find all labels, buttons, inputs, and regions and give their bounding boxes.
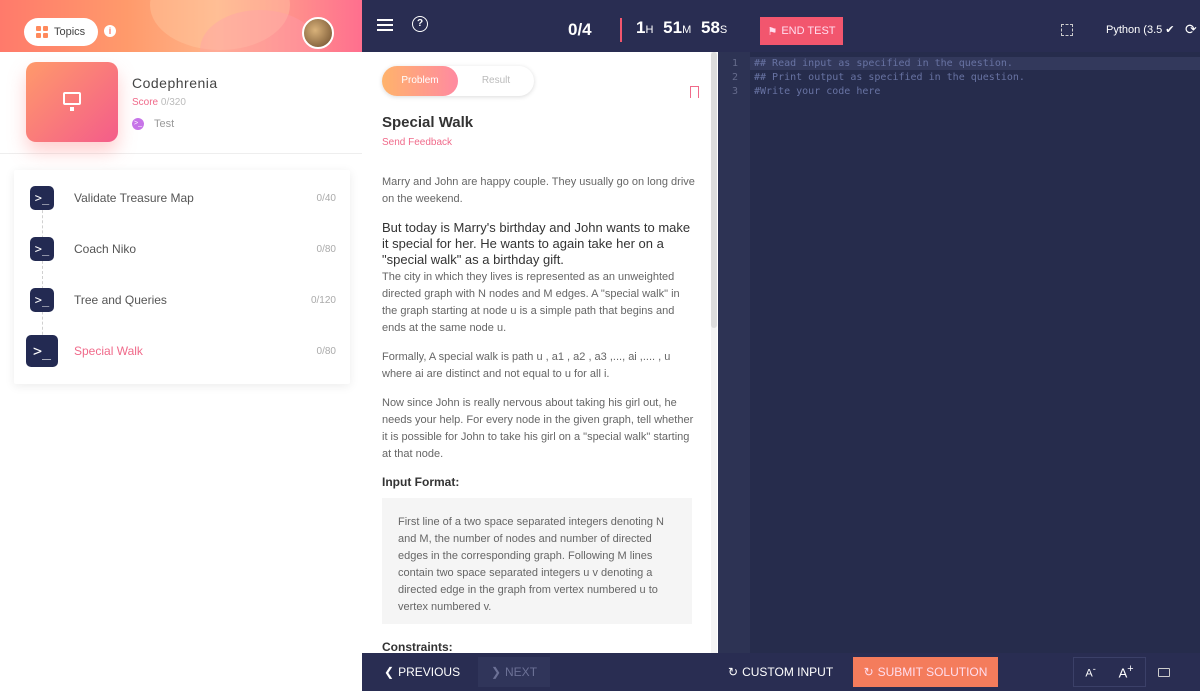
- end-test-button[interactable]: ⚑ END TEST: [760, 17, 843, 45]
- monitor-icon: [63, 92, 81, 105]
- question-name: Special Walk: [74, 344, 143, 358]
- chevron-left-icon: ❮: [384, 665, 395, 679]
- question-name: Validate Treasure Map: [74, 191, 194, 205]
- font-increase-button[interactable]: A+: [1119, 663, 1134, 680]
- question-item-validate-treasure-map[interactable]: >_ Validate Treasure Map 0/40: [14, 178, 350, 218]
- problem-paragraph: The city in which they lives is represen…: [382, 271, 680, 334]
- contest-score: Score 0/320: [132, 97, 186, 108]
- code-line[interactable]: ## Read input as specified in the questi…: [754, 58, 1013, 69]
- top-bar: ? 0/4 1H 51M 58S ⚑ END TEST Python (3.5 …: [362, 0, 1200, 52]
- terminal-icon: >_: [30, 237, 54, 261]
- topics-label: Topics: [54, 26, 86, 38]
- terminal-icon: >_: [30, 288, 54, 312]
- reset-code-icon[interactable]: ⟳: [1185, 21, 1197, 38]
- keyboard-icon[interactable]: [1158, 668, 1170, 677]
- chevron-right-icon: ❯: [490, 665, 502, 679]
- send-feedback-link[interactable]: Send Feedback: [382, 137, 452, 148]
- code-line[interactable]: ## Print output as specified in the ques…: [754, 72, 1025, 83]
- problem-tabs: Problem Result: [382, 66, 534, 96]
- line-number: 3: [732, 86, 739, 97]
- code-editor[interactable]: 1 ## Read input as specified in the ques…: [718, 52, 1200, 653]
- question-score: 0/80: [316, 243, 336, 255]
- question-list: >_ Validate Treasure Map 0/40 >_ Coach N…: [14, 170, 350, 384]
- help-icon[interactable]: ?: [412, 16, 428, 32]
- language-select[interactable]: Python (3.5 ✔: [1106, 23, 1175, 37]
- problem-paragraph-bold: But today is Marry's birthday and John w…: [382, 220, 691, 267]
- grid-icon: [36, 26, 48, 38]
- problem-scroll-thumb[interactable]: [711, 52, 717, 328]
- question-score: 0/120: [310, 294, 336, 306]
- bookmark-icon[interactable]: [690, 86, 699, 98]
- progress-counter: 0/4: [568, 20, 592, 39]
- line-number: 2: [732, 72, 739, 83]
- contest-card: Codephrenia Score 0/320 >_ Test: [0, 52, 362, 154]
- question-score: 0/80: [316, 345, 336, 357]
- chevron-down-icon: ✔: [1165, 24, 1175, 36]
- font-decrease-button[interactable]: A-: [1085, 664, 1095, 680]
- question-name: Tree and Queries: [74, 293, 167, 307]
- previous-button[interactable]: ❮ PREVIOUS: [384, 665, 460, 679]
- question-name: Coach Niko: [74, 242, 137, 256]
- question-item-coach-niko[interactable]: >_ Coach Niko 0/80: [14, 229, 350, 269]
- topics-button[interactable]: Topics: [24, 18, 98, 46]
- left-header: Topics i: [0, 0, 362, 52]
- custom-input-icon: ↻: [728, 665, 739, 679]
- bottom-bar: ❮ PREVIOUS ❯ NEXT ↻ CUSTOM INPUT ↻ SUBMI…: [362, 653, 1200, 691]
- contest-name: Codephrenia: [132, 75, 218, 91]
- tab-result[interactable]: Result: [458, 66, 534, 96]
- next-button[interactable]: ❯ NEXT: [478, 657, 550, 687]
- submit-icon: ↻: [863, 665, 874, 679]
- line-number: 1: [732, 58, 739, 69]
- problem-paragraph: Now since John is really nervous about t…: [382, 397, 694, 460]
- line-gutter: [718, 52, 750, 653]
- problem-paragraph: Marry and John are happy couple. They us…: [382, 176, 695, 205]
- problem-paragraph: Formally, A special walk is path u , a1 …: [382, 351, 671, 380]
- left-panel: Topics i Codephrenia Score 0/320 >_ Test…: [0, 0, 362, 691]
- input-format-text: First line of a two space separated inte…: [398, 516, 664, 613]
- question-score: 0/40: [316, 192, 336, 204]
- timer-divider: [620, 18, 622, 42]
- custom-input-button[interactable]: ↻ CUSTOM INPUT: [728, 665, 833, 679]
- constraints-heading: Constraints:: [382, 640, 453, 653]
- question-item-tree-and-queries[interactable]: >_ Tree and Queries 0/120: [14, 280, 350, 320]
- fullscreen-icon[interactable]: [1061, 24, 1073, 36]
- info-icon[interactable]: i: [104, 25, 116, 37]
- input-format-heading: Input Format:: [382, 475, 460, 489]
- submit-solution-button[interactable]: ↻ SUBMIT SOLUTION: [853, 657, 998, 687]
- test-type-icon: >_: [132, 118, 144, 130]
- avatar[interactable]: [302, 17, 334, 49]
- code-line[interactable]: #Write your code here: [754, 86, 880, 97]
- question-item-special-walk[interactable]: >_ Special Walk 0/80: [14, 331, 350, 371]
- flag-icon: ⚑: [767, 25, 778, 38]
- font-size-control: A- A+: [1073, 657, 1146, 687]
- terminal-icon: >_: [26, 335, 58, 367]
- contest-logo: [26, 62, 118, 142]
- input-format-box: First line of a two space separated inte…: [382, 498, 692, 624]
- terminal-icon: >_: [30, 186, 54, 210]
- problem-panel: Problem Result Special Walk Send Feedbac…: [362, 52, 718, 653]
- contest-type: >_ Test: [132, 118, 175, 130]
- countdown-timer: 1H 51M 58S: [636, 18, 728, 37]
- problem-title: Special Walk: [382, 114, 474, 131]
- tab-problem[interactable]: Problem: [382, 66, 458, 96]
- menu-icon[interactable]: [377, 19, 393, 31]
